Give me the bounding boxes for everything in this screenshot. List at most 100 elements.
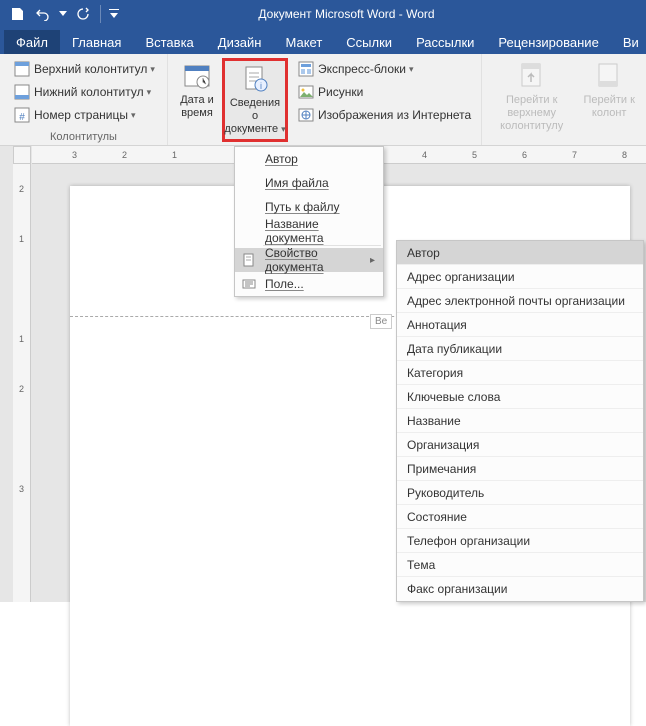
undo-icon[interactable] [32,3,54,25]
ruler-tick: 7 [572,146,577,163]
prop-abstract[interactable]: Аннотация [397,313,643,337]
prop-company-fax[interactable]: Факс организации [397,577,643,601]
datetime-label-1: Дата и [180,94,214,107]
goto-header-label-2: колонтитулу [500,120,563,133]
prop-category[interactable]: Категория [397,361,643,385]
prop-subject[interactable]: Тема [397,553,643,577]
caret-icon: ▾ [150,64,155,75]
group-insert: Дата и время i Сведения о документе▾ Экс… [168,54,482,145]
online-pictures-button[interactable]: Изображения из Интернета [292,104,477,126]
goto-header-button: Перейти к верхнему колонтитулу [484,58,579,145]
tab-references[interactable]: Ссылки [334,30,404,54]
prop-title[interactable]: Название [397,409,643,433]
header-label: Верхний колонтитул [34,62,147,76]
tab-layout[interactable]: Макет [273,30,334,54]
docinfo-icon: i [239,63,271,95]
svg-text:#: # [19,112,25,123]
menu-filepath[interactable]: Путь к файлу [235,195,383,219]
footer-icon [14,84,30,100]
group-colontitles: Верхний колонтитул▾ Нижний колонтитул▾ #… [0,54,168,145]
prop-comments[interactable]: Примечания [397,457,643,481]
online-pictures-icon [298,107,314,123]
ruler-tick: 3 [13,484,30,494]
prop-company-email[interactable]: Адрес электронной почты организации [397,289,643,313]
ruler-tick: 3 [72,146,77,163]
tab-file[interactable]: Файл [4,30,60,54]
qat-separator [100,5,101,23]
field-icon [241,276,257,292]
datetime-button[interactable]: Дата и время [172,58,222,122]
svg-text:i: i [260,81,262,91]
docinfo-button[interactable]: i Сведения о документе▾ [222,58,288,142]
goto-header-label-1: Перейти к верхнему [488,94,575,120]
menu-author[interactable]: Автор [235,147,383,171]
titlebar: Документ Microsoft Word - Word [0,0,646,28]
caret-icon: ▾ [409,64,414,75]
ruler-tick: 5 [472,146,477,163]
quickparts-icon [298,61,314,77]
ribbon: Верхний колонтитул▾ Нижний колонтитул▾ #… [0,54,646,146]
ruler-tick: 1 [172,146,177,163]
caret-icon: ▾ [131,110,136,121]
prop-author[interactable]: Автор [397,241,643,265]
docprop-submenu: Автор Адрес организации Адрес электронно… [396,240,644,602]
tab-review[interactable]: Рецензирование [486,30,610,54]
ruler-tick: 4 [422,146,427,163]
online-pictures-label: Изображения из Интернета [318,108,471,122]
customize-qat-icon[interactable] [107,3,121,25]
docinfo-label-1: Сведения о [229,97,281,123]
page-number-label: Номер страницы [34,108,128,122]
ruler-tick: 8 [622,146,627,163]
goto-footer-label-2: колонт [592,107,627,120]
prop-manager[interactable]: Руководитель [397,481,643,505]
header-region-tab: Ве [370,314,392,329]
window-title: Документ Microsoft Word - Word [47,7,646,21]
prop-keywords[interactable]: Ключевые слова [397,385,643,409]
ruler-tick: 1 [13,334,30,344]
caret-icon: ▾ [281,124,286,134]
quick-access-toolbar [0,3,127,25]
page-number-icon: # [14,107,30,123]
docinfo-label-2: документе [224,123,278,135]
tab-insert[interactable]: Вставка [133,30,205,54]
group-navigation: Перейти к верхнему колонтитулу Перейти к… [482,54,641,145]
submenu-arrow-icon: ▸ [370,255,375,266]
tab-design[interactable]: Дизайн [206,30,274,54]
menu-docprop[interactable]: Свойство документа ▸ [235,248,383,272]
goto-header-icon [516,60,548,92]
menu-filename[interactable]: Имя файла [235,171,383,195]
prop-company-address[interactable]: Адрес организации [397,265,643,289]
goto-footer-label-1: Перейти к [583,94,634,107]
prop-publish-date[interactable]: Дата публикации [397,337,643,361]
menu-docname[interactable]: Название документа [235,219,383,243]
tab-view-partial[interactable]: Ви [611,30,646,54]
undo-dropdown-icon[interactable] [58,3,68,25]
tab-mailings[interactable]: Рассылки [404,30,486,54]
ruler-tick: 2 [13,184,30,194]
ruler-corner [13,146,31,164]
header-icon [14,61,30,77]
footer-button[interactable]: Нижний колонтитул▾ [8,81,159,103]
quickparts-button[interactable]: Экспресс-блоки▾ [292,58,477,80]
ruler-tick: 6 [522,146,527,163]
tab-home[interactable]: Главная [60,30,133,54]
header-button[interactable]: Верхний колонтитул▾ [8,58,159,80]
vertical-ruler[interactable]: 2 1 1 2 3 [13,164,31,602]
ruler-tick: 2 [13,384,30,394]
docprop-icon [241,252,257,268]
prop-company[interactable]: Организация [397,433,643,457]
prop-status[interactable]: Состояние [397,505,643,529]
redo-icon[interactable] [72,3,94,25]
pictures-label: Рисунки [318,85,363,99]
group-label-colontitles: Колонтитулы [0,131,167,143]
goto-footer-icon [593,60,625,92]
pictures-icon [298,84,314,100]
save-icon[interactable] [6,3,28,25]
datetime-label-2: время [181,107,213,120]
pictures-button[interactable]: Рисунки [292,81,477,103]
page-number-button[interactable]: # Номер страницы▾ [8,104,159,126]
footer-label: Нижний колонтитул [34,85,144,99]
prop-company-phone[interactable]: Телефон организации [397,529,643,553]
docinfo-menu: Автор Имя файла Путь к файлу Название до… [234,146,384,297]
menu-field[interactable]: Поле... [235,272,383,296]
